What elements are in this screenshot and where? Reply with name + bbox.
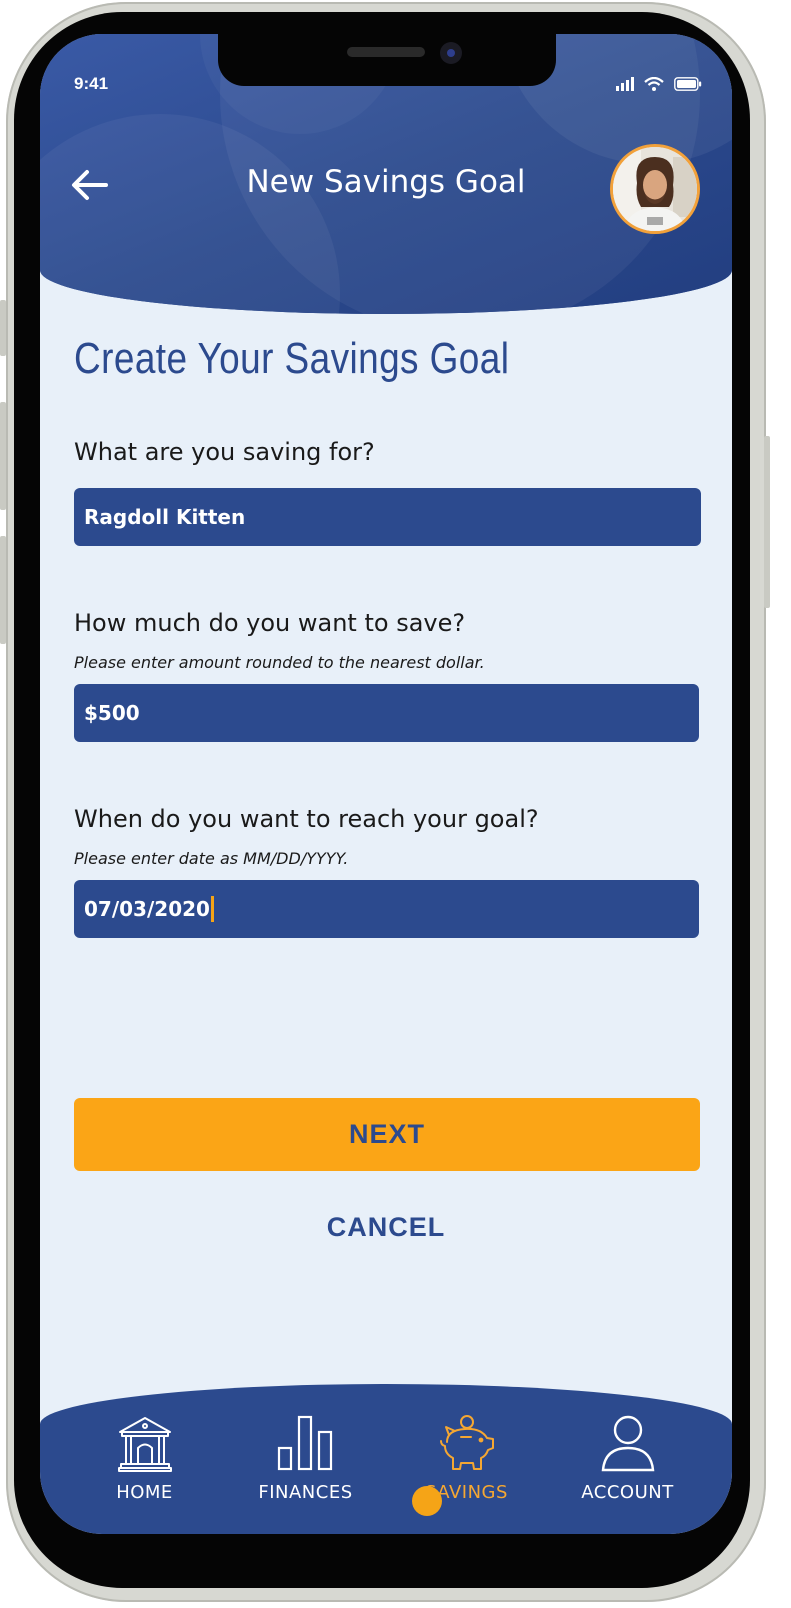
tab-label-finances: FINANCES — [258, 1482, 353, 1503]
front-camera — [440, 42, 462, 64]
signal-icon — [616, 77, 634, 91]
field-label-amount: How much do you want to save? — [74, 609, 466, 637]
field-hint-target-date: Please enter date as MM/DD/YYYY. — [74, 849, 349, 868]
field-label-target-date: When do you want to reach your goal? — [74, 805, 539, 833]
page-title: Create Your Savings Goal — [74, 334, 510, 383]
goal-name-input[interactable]: Ragdoll Kitten — [74, 488, 701, 546]
tab-home[interactable]: HOME — [58, 1414, 231, 1503]
field-label-goal-name: What are you saving for? — [74, 438, 375, 466]
phone-notch — [218, 34, 556, 86]
tab-label-savings: SAVINGS — [425, 1482, 508, 1503]
target-date-input[interactable]: 07/03/2020 — [74, 880, 699, 938]
tab-label-account: ACCOUNT — [581, 1482, 674, 1503]
tab-finances[interactable]: FINANCES — [219, 1414, 392, 1503]
app-screen: 9:41 New Savings Goal Create Your Saving… — [40, 34, 732, 1534]
active-tab-indicator — [412, 1486, 442, 1516]
user-icon — [601, 1415, 654, 1472]
amount-input[interactable]: $500 — [74, 684, 699, 742]
bottom-tab-bar: HOME FINANCES SAVINGS ACCOUNT — [40, 1384, 732, 1534]
mute-switch — [0, 300, 6, 356]
speaker-grille — [347, 47, 425, 57]
battery-icon — [674, 77, 702, 91]
status-time: 9:41 — [74, 74, 109, 93]
field-hint-amount: Please enter amount rounded to the neare… — [74, 653, 485, 672]
next-button[interactable]: NEXT — [74, 1098, 700, 1171]
bar-chart-icon — [277, 1415, 332, 1471]
amount-value: $500 — [84, 701, 140, 725]
power-button — [764, 436, 770, 608]
bank-icon — [117, 1417, 172, 1472]
status-icons — [616, 76, 702, 92]
wifi-icon — [644, 77, 664, 91]
tab-label-home: HOME — [116, 1482, 173, 1503]
volume-up-button — [0, 402, 6, 510]
cancel-button[interactable]: CANCEL — [40, 1212, 732, 1243]
text-cursor — [210, 896, 214, 922]
profile-avatar[interactable] — [610, 144, 700, 234]
user-avatar-photo — [613, 147, 697, 231]
tab-account[interactable]: ACCOUNT — [541, 1414, 714, 1503]
goal-name-value: Ragdoll Kitten — [84, 505, 246, 529]
piggy-bank-icon — [439, 1415, 494, 1470]
target-date-value: 07/03/2020 — [84, 897, 210, 921]
tab-savings[interactable]: SAVINGS — [380, 1414, 553, 1503]
volume-down-button — [0, 536, 6, 644]
